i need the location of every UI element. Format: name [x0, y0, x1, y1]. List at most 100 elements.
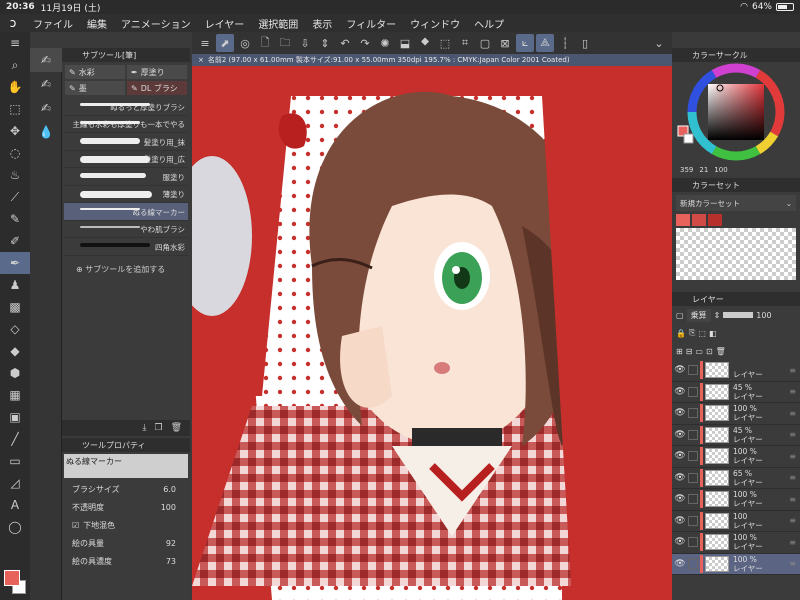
color-swatch[interactable] — [676, 214, 690, 226]
deselect-icon[interactable]: ⊠ — [496, 34, 514, 52]
brush-name-preview[interactable]: ぬる線マーカー — [64, 454, 188, 478]
eye-icon[interactable]: 👁 — [672, 559, 688, 569]
layer-lock-checkbox[interactable] — [688, 429, 698, 440]
menu-icon[interactable]: ≡ — [196, 34, 214, 52]
selection-icon[interactable]: ▢ — [476, 34, 494, 52]
brush-group-3-icon[interactable]: ✍ — [30, 96, 62, 120]
table-row[interactable]: 👁 45 % レイヤー ≡ — [672, 382, 800, 403]
select-icon[interactable]: ⬚ — [436, 34, 454, 52]
color-swatch[interactable] — [692, 214, 706, 226]
layer-lock-checkbox[interactable] — [688, 408, 698, 419]
menu-file[interactable]: ファイル — [26, 16, 80, 31]
menu-window[interactable]: ウィンドウ — [403, 16, 467, 31]
table-row[interactable]: 👁 100 % レイヤー ≡ — [672, 446, 800, 468]
stepper-icon[interactable]: ⇕ — [714, 311, 721, 320]
opacity-row[interactable]: 不透明度 100 — [62, 498, 190, 516]
drag-handle-icon[interactable]: ≡ — [789, 409, 796, 418]
table-row[interactable]: 👁 100 レイヤー ≡ — [672, 511, 800, 532]
underlying-mix-row[interactable]: ☑ 下地混色 — [62, 516, 190, 534]
layer-type-icon[interactable]: ▢ — [676, 311, 684, 320]
pen-tool-icon[interactable]: ✎ — [0, 208, 30, 230]
transform-icon[interactable]: ⬈ — [216, 34, 234, 52]
brush-tool-icon[interactable]: ✒ — [0, 252, 30, 274]
table-row[interactable]: 👁 100 % レイヤー ≡ — [672, 532, 800, 554]
subtool-tab-thick-paint[interactable]: ✒ 厚塗り — [127, 65, 187, 79]
app-logo-icon[interactable]: ↄ — [0, 16, 26, 30]
drag-handle-icon[interactable]: ≡ — [789, 538, 796, 547]
stepper-icon[interactable]: ⇕ — [316, 34, 334, 52]
eye-icon[interactable]: 👁 — [672, 516, 688, 526]
zoom-tool-icon[interactable]: ⌕ — [0, 54, 30, 76]
device-icon[interactable]: ▯ — [576, 34, 594, 52]
clear-icon[interactable]: ⬓ — [396, 34, 414, 52]
layer-lock-checkbox[interactable] — [688, 515, 698, 526]
balloon-tool-icon[interactable]: ◯ — [0, 516, 30, 538]
table-row[interactable]: 👁 100 % レイヤー ≡ — [672, 403, 800, 425]
list-item[interactable]: 髪塗り用_抹 — [64, 133, 188, 151]
blend-mode-select[interactable]: 乗算 — [686, 308, 711, 322]
move-tool-icon[interactable]: ✥ — [0, 120, 30, 142]
add-subtool-button[interactable]: ⊕ サブツールを追加する — [62, 256, 190, 275]
paint-amount-row[interactable]: 絵の具量 92 — [62, 534, 190, 552]
new-file-icon[interactable]: 🗋 — [256, 34, 274, 52]
fill-icon[interactable]: ⯁ — [416, 34, 434, 52]
list-item[interactable]: ぬる線マーカー — [64, 203, 188, 221]
color-swatch[interactable] — [708, 214, 722, 226]
airbrush-tool-icon[interactable]: ♟ — [0, 274, 30, 296]
hand-tool-icon[interactable]: ✋ — [0, 76, 30, 98]
operation-tool-icon[interactable]: ⬚ — [0, 98, 30, 120]
clip-icon[interactable]: ⎘ — [689, 328, 695, 338]
crop-icon[interactable]: ⌗ — [456, 34, 474, 52]
eyedropper-tool-icon[interactable]: ⟋ — [0, 186, 30, 208]
checkbox-icon[interactable]: ☑ — [72, 521, 79, 530]
layer-opacity-value[interactable]: 100 — [756, 311, 771, 320]
text-tool-icon[interactable]: A — [0, 494, 30, 516]
brush-group-2-icon[interactable]: ✍ — [30, 72, 62, 96]
canvas[interactable] — [192, 66, 672, 600]
eye-icon[interactable]: 👁 — [672, 430, 688, 440]
menu-animation[interactable]: アニメーション — [114, 16, 198, 31]
table-row[interactable]: 👁 100 % レイヤー ≡ — [672, 489, 800, 511]
brush-size-row[interactable]: ブラシサイズ 6.0 — [62, 480, 190, 498]
fill-tool-icon[interactable]: ⬢ — [0, 362, 30, 384]
eye-icon[interactable]: 👁 — [672, 537, 688, 547]
line-tool-icon[interactable]: ╱ — [0, 428, 30, 450]
hamburger-icon[interactable]: ≡ — [0, 32, 30, 54]
new-vector-icon[interactable]: ⊟ — [686, 347, 693, 356]
hue-value[interactable]: 359 — [680, 166, 693, 174]
drag-handle-icon[interactable]: ≡ — [789, 516, 796, 525]
list-item[interactable]: 薄塗り — [64, 186, 188, 203]
layer-lock-checkbox[interactable] — [688, 494, 698, 505]
eye-icon[interactable]: 👁 — [672, 494, 688, 504]
brightness-value[interactable]: 100 — [714, 166, 727, 174]
close-icon[interactable]: × — [198, 56, 204, 64]
menu-help[interactable]: ヘルプ — [467, 16, 511, 31]
figure-tool-icon[interactable]: ▭ — [0, 450, 30, 472]
grid-tool-icon[interactable]: ▦ — [0, 384, 30, 406]
list-item[interactable]: 服塗り — [64, 168, 188, 186]
watercolor-drop-icon[interactable]: 💧 — [30, 120, 62, 144]
list-item[interactable]: ぬるっと厚塗りブラシ — [64, 98, 188, 116]
merge-icon[interactable]: ⊡ — [706, 347, 713, 356]
brush-group-icon[interactable]: ✍ — [30, 48, 62, 72]
stabilizer-icon[interactable]: ⟀ — [516, 34, 534, 52]
list-item[interactable]: やわ肌ブラシ — [64, 221, 188, 238]
paint-density-row[interactable]: 絵の具濃度 73 — [62, 552, 190, 570]
drag-handle-icon[interactable]: ≡ — [789, 387, 796, 396]
color-set-select[interactable]: 新規カラーセット ⌄ — [676, 195, 796, 211]
subtool-tab-watercolor[interactable]: ✎ 水彩 — [65, 65, 125, 79]
empty-swatch-grid[interactable] — [676, 228, 796, 280]
drag-handle-icon[interactable]: ≡ — [789, 473, 796, 482]
cake-icon[interactable]: ♨ — [0, 164, 30, 186]
menu-filter[interactable]: フィルター — [339, 16, 403, 31]
eraser-tool-icon[interactable]: ◇ — [0, 318, 30, 340]
menu-layer[interactable]: レイヤー — [198, 16, 252, 31]
table-row[interactable]: 👁 65 % レイヤー ≡ — [672, 468, 800, 489]
lock-icon[interactable]: 🔒 — [676, 329, 686, 338]
menu-edit[interactable]: 編集 — [80, 16, 114, 31]
layer-lock-checkbox[interactable] — [688, 537, 698, 548]
layer-lock-checkbox[interactable] — [688, 451, 698, 462]
menu-view[interactable]: 表示 — [305, 16, 339, 31]
chevron-down-icon[interactable]: ⌄ — [650, 34, 668, 52]
drag-handle-icon[interactable]: ≡ — [789, 366, 796, 375]
